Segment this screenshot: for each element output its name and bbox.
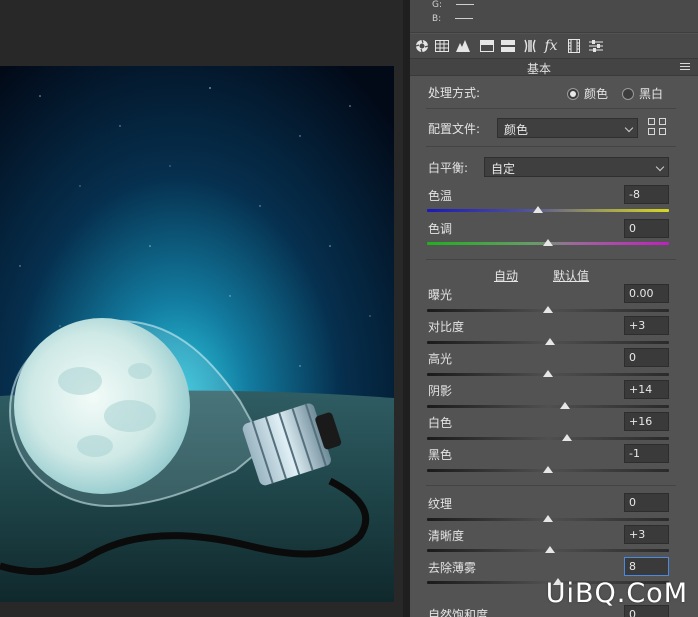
slider-value-input[interactable]: +16 (624, 412, 669, 431)
profile-label: 配置文件: (428, 122, 481, 136)
document-canvas (0, 0, 403, 617)
slider-value-input[interactable]: 0 (624, 493, 669, 512)
slider-track[interactable] (427, 239, 669, 246)
radio-bw-label: 黑白 (639, 87, 664, 101)
chevron-down-icon (655, 162, 665, 172)
slider-track[interactable] (427, 338, 669, 345)
slider-value-input[interactable]: 0 (624, 348, 669, 367)
profile-value: 颜色 (504, 123, 529, 137)
fx-icon[interactable]: fx (543, 38, 559, 54)
slider-label: 白色 (428, 416, 453, 430)
default-link[interactable]: 默认值 (553, 267, 589, 284)
slider-track[interactable] (427, 370, 669, 377)
slider-thumb[interactable] (543, 239, 553, 246)
separator (426, 108, 676, 109)
panel-menu-icon[interactable] (680, 63, 690, 72)
camera-raw-panel: G: B: fx 基本 处理方式: 颜色 黑白 配置文件: 颜色 白平衡: 自定… (410, 0, 698, 617)
slider-value-input[interactable]: 8 (624, 557, 669, 576)
slider-label: 色温 (428, 189, 453, 203)
section-title: 基本 (526, 62, 551, 76)
slider-label: 对比度 (428, 320, 465, 334)
slider-thumb[interactable] (562, 434, 573, 441)
slider-value-input[interactable]: +3 (624, 316, 669, 335)
tool-tab-bar: fx (410, 34, 698, 58)
separator (426, 146, 676, 147)
slider-thumb[interactable] (559, 402, 570, 409)
processing-label: 处理方式: (428, 86, 481, 100)
wb-select[interactable]: 自定 (484, 157, 669, 177)
aperture-icon[interactable] (414, 38, 430, 54)
slider-thumb[interactable] (545, 338, 556, 345)
slider-label: 曝光 (428, 288, 453, 302)
slider-thumb[interactable] (533, 206, 544, 213)
slider-thumb[interactable] (545, 546, 556, 553)
g-readout: G: (432, 0, 475, 10)
tone-curve-icon[interactable] (455, 38, 471, 54)
slider-label: 去除薄雾 (428, 561, 477, 575)
slider-value-input[interactable]: 0 (624, 219, 669, 238)
lightbulb-moon-image (0, 66, 394, 602)
separator (426, 259, 676, 260)
slider-value-input[interactable]: +14 (624, 380, 669, 399)
photo-preview[interactable] (0, 66, 394, 602)
radio-bw-dot[interactable] (622, 87, 634, 100)
slider-thumb[interactable] (543, 370, 553, 377)
sliders-icon[interactable] (588, 38, 604, 54)
separator (426, 485, 676, 486)
radio-color[interactable]: 颜色 (567, 85, 608, 102)
watermark-text: UiBQ.CoM (545, 578, 688, 609)
slider-track[interactable] (427, 306, 669, 313)
slider-track[interactable] (427, 546, 669, 553)
lens-icon[interactable] (522, 38, 538, 54)
section-header: 基本 (410, 58, 698, 76)
slider-track[interactable] (427, 515, 669, 522)
chevron-down-icon (624, 123, 634, 133)
radio-color-label: 颜色 (584, 87, 609, 101)
b-readout: B: (432, 14, 474, 24)
grid-icon[interactable] (434, 38, 450, 54)
split-tone-icon[interactable] (500, 38, 516, 54)
slider-label: 阴影 (428, 384, 453, 398)
slider-track[interactable] (427, 402, 669, 409)
wb-label: 白平衡: (428, 161, 469, 175)
film-icon[interactable] (566, 38, 582, 54)
panel-divider[interactable] (403, 0, 410, 617)
slider-track[interactable] (427, 434, 669, 441)
slider-value-input[interactable]: 0.00 (624, 284, 669, 303)
slider-track[interactable] (427, 466, 669, 473)
radio-bw[interactable]: 黑白 (622, 85, 663, 102)
g-label: G: (432, 0, 443, 10)
slider-label: 色调 (428, 222, 453, 236)
slider-value-input[interactable]: -8 (624, 185, 669, 204)
auto-link[interactable]: 自动 (494, 267, 518, 284)
slider-value-input[interactable]: +3 (624, 525, 669, 544)
slider-label: 纹理 (428, 497, 453, 511)
slider-label: 黑色 (428, 448, 453, 462)
rgb-readout: G: B: (410, 0, 698, 33)
slider-label: 高光 (428, 352, 453, 366)
slider-thumb[interactable] (543, 515, 553, 522)
slider-label: 自然饱和度 (428, 608, 489, 617)
profile-browser-icon[interactable] (648, 118, 668, 136)
slider-thumb[interactable] (543, 306, 553, 313)
slider-track[interactable] (427, 206, 669, 213)
slider-value-input[interactable]: -1 (624, 444, 669, 463)
b-label: B: (432, 14, 442, 24)
radio-color-dot[interactable] (567, 87, 579, 100)
profile-select[interactable]: 颜色 (497, 118, 638, 138)
hsl-icon[interactable] (479, 38, 495, 54)
slider-label: 清晰度 (428, 529, 465, 543)
slider-thumb[interactable] (543, 466, 553, 473)
wb-value: 自定 (491, 162, 516, 176)
